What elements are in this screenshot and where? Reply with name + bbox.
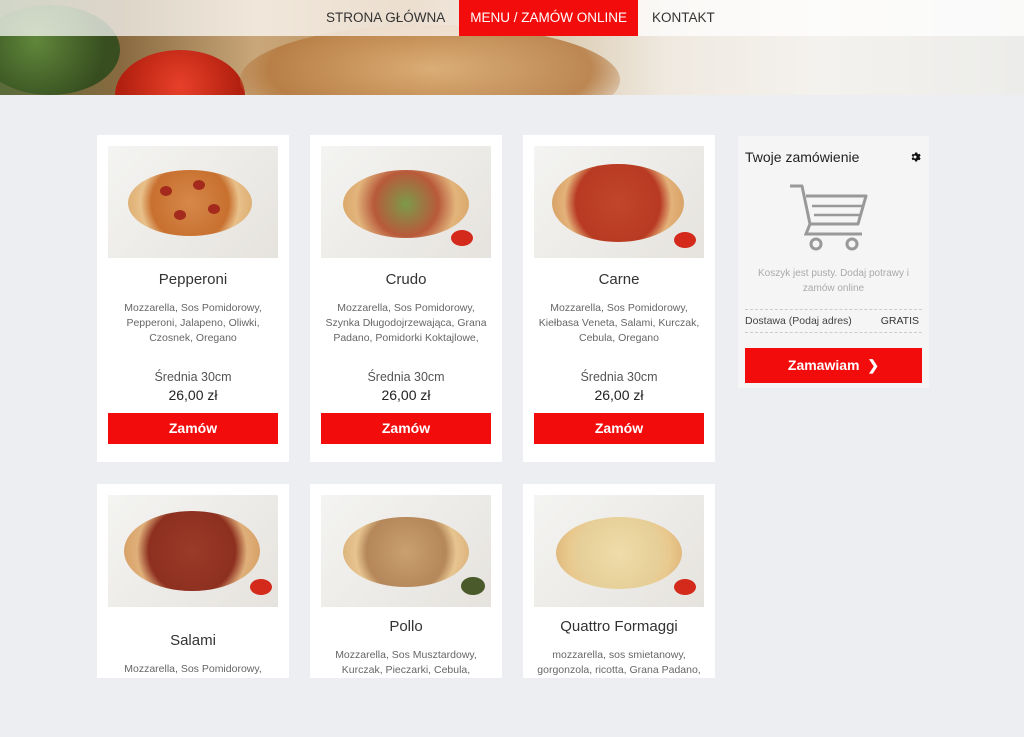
product-card: Pollo Mozzarella, Sos Musztardowy, Kurcz… <box>310 484 502 678</box>
nav-item-home[interactable]: STRONA GŁÓWNA <box>315 0 456 36</box>
pizza-image <box>108 146 278 258</box>
product-card: Quattro Formaggi mozzarella, sos smietan… <box>523 484 715 678</box>
delivery-label: Dostawa (Podaj adres) <box>745 315 852 327</box>
product-size: Średnia 30cm <box>154 370 232 384</box>
nav-item-menu[interactable]: MENU / ZAMÓW ONLINE <box>459 0 639 36</box>
product-name: Pepperoni <box>158 271 228 288</box>
product-name: Pollo <box>389 618 423 635</box>
product-price: 26,00 zł <box>381 387 431 403</box>
header-banner: STRONA GŁÓWNA MENU / ZAMÓW ONLINE KONTAK… <box>0 0 1024 95</box>
product-description: Mozzarella, Sos Musztardowy, Kurczak, Pi… <box>335 649 477 676</box>
delivery-row[interactable]: Dostawa (Podaj adres) GRATIS <box>745 309 922 333</box>
order-title: Twoje zamówienie <box>745 149 860 165</box>
product-name: Salami <box>170 632 216 649</box>
banner-tomato-image <box>115 50 245 95</box>
pizza-image <box>321 146 491 258</box>
delivery-price: GRATIS <box>880 315 919 327</box>
order-button[interactable]: Zamów <box>321 413 491 444</box>
product-name: Carne <box>598 271 640 288</box>
product-card: Crudo Mozzarella, Sos Pomidorowy, Szynka… <box>310 135 502 462</box>
product-card: Pepperoni Mozzarella, Sos Pomidorowy, Pe… <box>97 135 289 462</box>
pizza-image <box>321 495 491 607</box>
product-description: mozzarella, sos smietanowy, gorgonzola, … <box>537 649 701 676</box>
product-description: Mozzarella, Sos Pomidorowy, Pepperoni, J… <box>124 302 262 344</box>
pizza-image <box>534 495 704 607</box>
checkout-button-label: Zamawiam <box>787 357 860 373</box>
checkout-button[interactable]: Zamawiam ❯ <box>745 348 922 383</box>
product-price: 26,00 zł <box>168 387 218 403</box>
product-size: Średnia 30cm <box>367 370 445 384</box>
product-card: Salami Mozzarella, Sos Pomidorowy, <box>97 484 289 678</box>
product-size: Średnia 30cm <box>580 370 658 384</box>
order-button[interactable]: Zamów <box>534 413 704 444</box>
shopping-cart-icon <box>790 184 868 251</box>
product-price: 26,00 zł <box>594 387 644 403</box>
product-name: Quattro Formaggi <box>560 618 678 635</box>
main-nav: STRONA GŁÓWNA MENU / ZAMÓW ONLINE KONTAK… <box>315 0 726 36</box>
product-description: Mozzarella, Sos Pomidorowy, Szynka Długo… <box>325 302 487 344</box>
nav-item-contact[interactable]: KONTAKT <box>641 0 726 36</box>
product-name: Crudo <box>385 271 427 288</box>
pizza-image <box>108 495 278 607</box>
order-panel: Twoje zamówienie Koszyk jest pusty. Doda… <box>738 136 929 388</box>
product-card: Carne Mozzarella, Sos Pomidorowy, Kiełba… <box>523 135 715 462</box>
chevron-right-icon: ❯ <box>867 357 880 373</box>
empty-cart-text: Koszyk jest pusty. Dodaj potrawy i zamów… <box>758 268 909 294</box>
gear-icon[interactable] <box>909 151 921 163</box>
product-description: Mozzarella, Sos Pomidorowy, <box>124 663 262 675</box>
pizza-image <box>534 146 704 258</box>
product-description: Mozzarella, Sos Pomidorowy, Kiełbasa Ven… <box>538 302 700 344</box>
order-button[interactable]: Zamów <box>108 413 278 444</box>
